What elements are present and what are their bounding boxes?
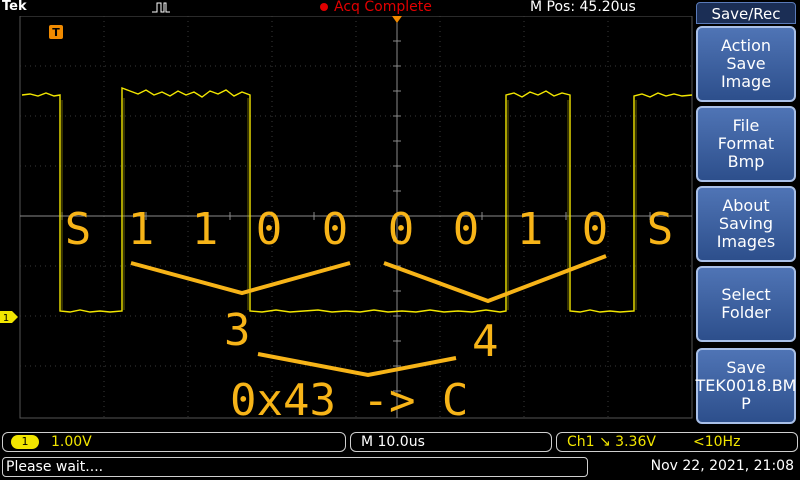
status-bar: Please wait.... Nov 22, 2021, 21:08	[0, 454, 800, 480]
trigger-frequency: <10Hz	[693, 434, 741, 450]
bit-label: 1	[516, 204, 544, 255]
readout-bar: 1 1.00V M 10.0us Ch1 ↘ 3.36V <10Hz	[0, 430, 800, 454]
timebase-scale: M 10.0us	[361, 434, 425, 450]
svg-text:1: 1	[3, 313, 9, 324]
bit-label: 1	[127, 204, 155, 255]
save-file-button[interactable]: Save TEK0018.BM P	[696, 348, 796, 424]
trigger-readout[interactable]: Ch1 ↘ 3.36V <10Hz	[556, 432, 798, 452]
status-datetime: Nov 22, 2021, 21:08	[650, 458, 794, 474]
trigger-mode-icon	[152, 2, 170, 13]
high-nibble-label: 4	[472, 316, 499, 367]
bit-label: 1	[191, 204, 219, 255]
bit-label: 0	[255, 204, 283, 255]
bit-label: 0	[581, 204, 609, 255]
bit-label: 0	[387, 204, 415, 255]
acquisition-indicator-icon	[320, 3, 328, 11]
brand-logo: Tek	[2, 0, 27, 14]
menu-title: Save/Rec	[696, 2, 796, 24]
select-folder-button[interactable]: Select Folder	[696, 266, 796, 342]
low-nibble-label: 3	[224, 305, 251, 356]
bit-label: 0	[321, 204, 349, 255]
action-save-image-button[interactable]: Action Save Image	[696, 26, 796, 102]
side-menu: Save/Rec Action Save Image File Format B…	[694, 0, 800, 430]
acquisition-status: Acq Complete	[334, 0, 432, 15]
svg-text:T: T	[52, 26, 60, 39]
ch1-vertical-scale: 1.00V	[51, 434, 92, 450]
about-saving-images-button[interactable]: About Saving Images	[696, 186, 796, 262]
horizontal-position: M Pos: 45.20us	[530, 0, 636, 15]
file-format-button[interactable]: File Format Bmp	[696, 106, 796, 182]
ch1-badge: 1	[11, 435, 39, 449]
decoded-byte-label: 0x43 -> C	[230, 375, 469, 426]
timebase-readout[interactable]: M 10.0us	[350, 432, 552, 452]
bit-label: 0	[452, 204, 480, 255]
bit-label: S	[64, 204, 92, 255]
top-status-bar: Tek Acq Complete M Pos: 45.20us	[0, 0, 694, 16]
ch1-readout[interactable]: 1 1.00V	[2, 432, 346, 452]
status-message: Please wait....	[2, 457, 588, 477]
trigger-source-level: Ch1 ↘ 3.36V	[567, 434, 656, 450]
bit-label: S	[646, 204, 674, 255]
